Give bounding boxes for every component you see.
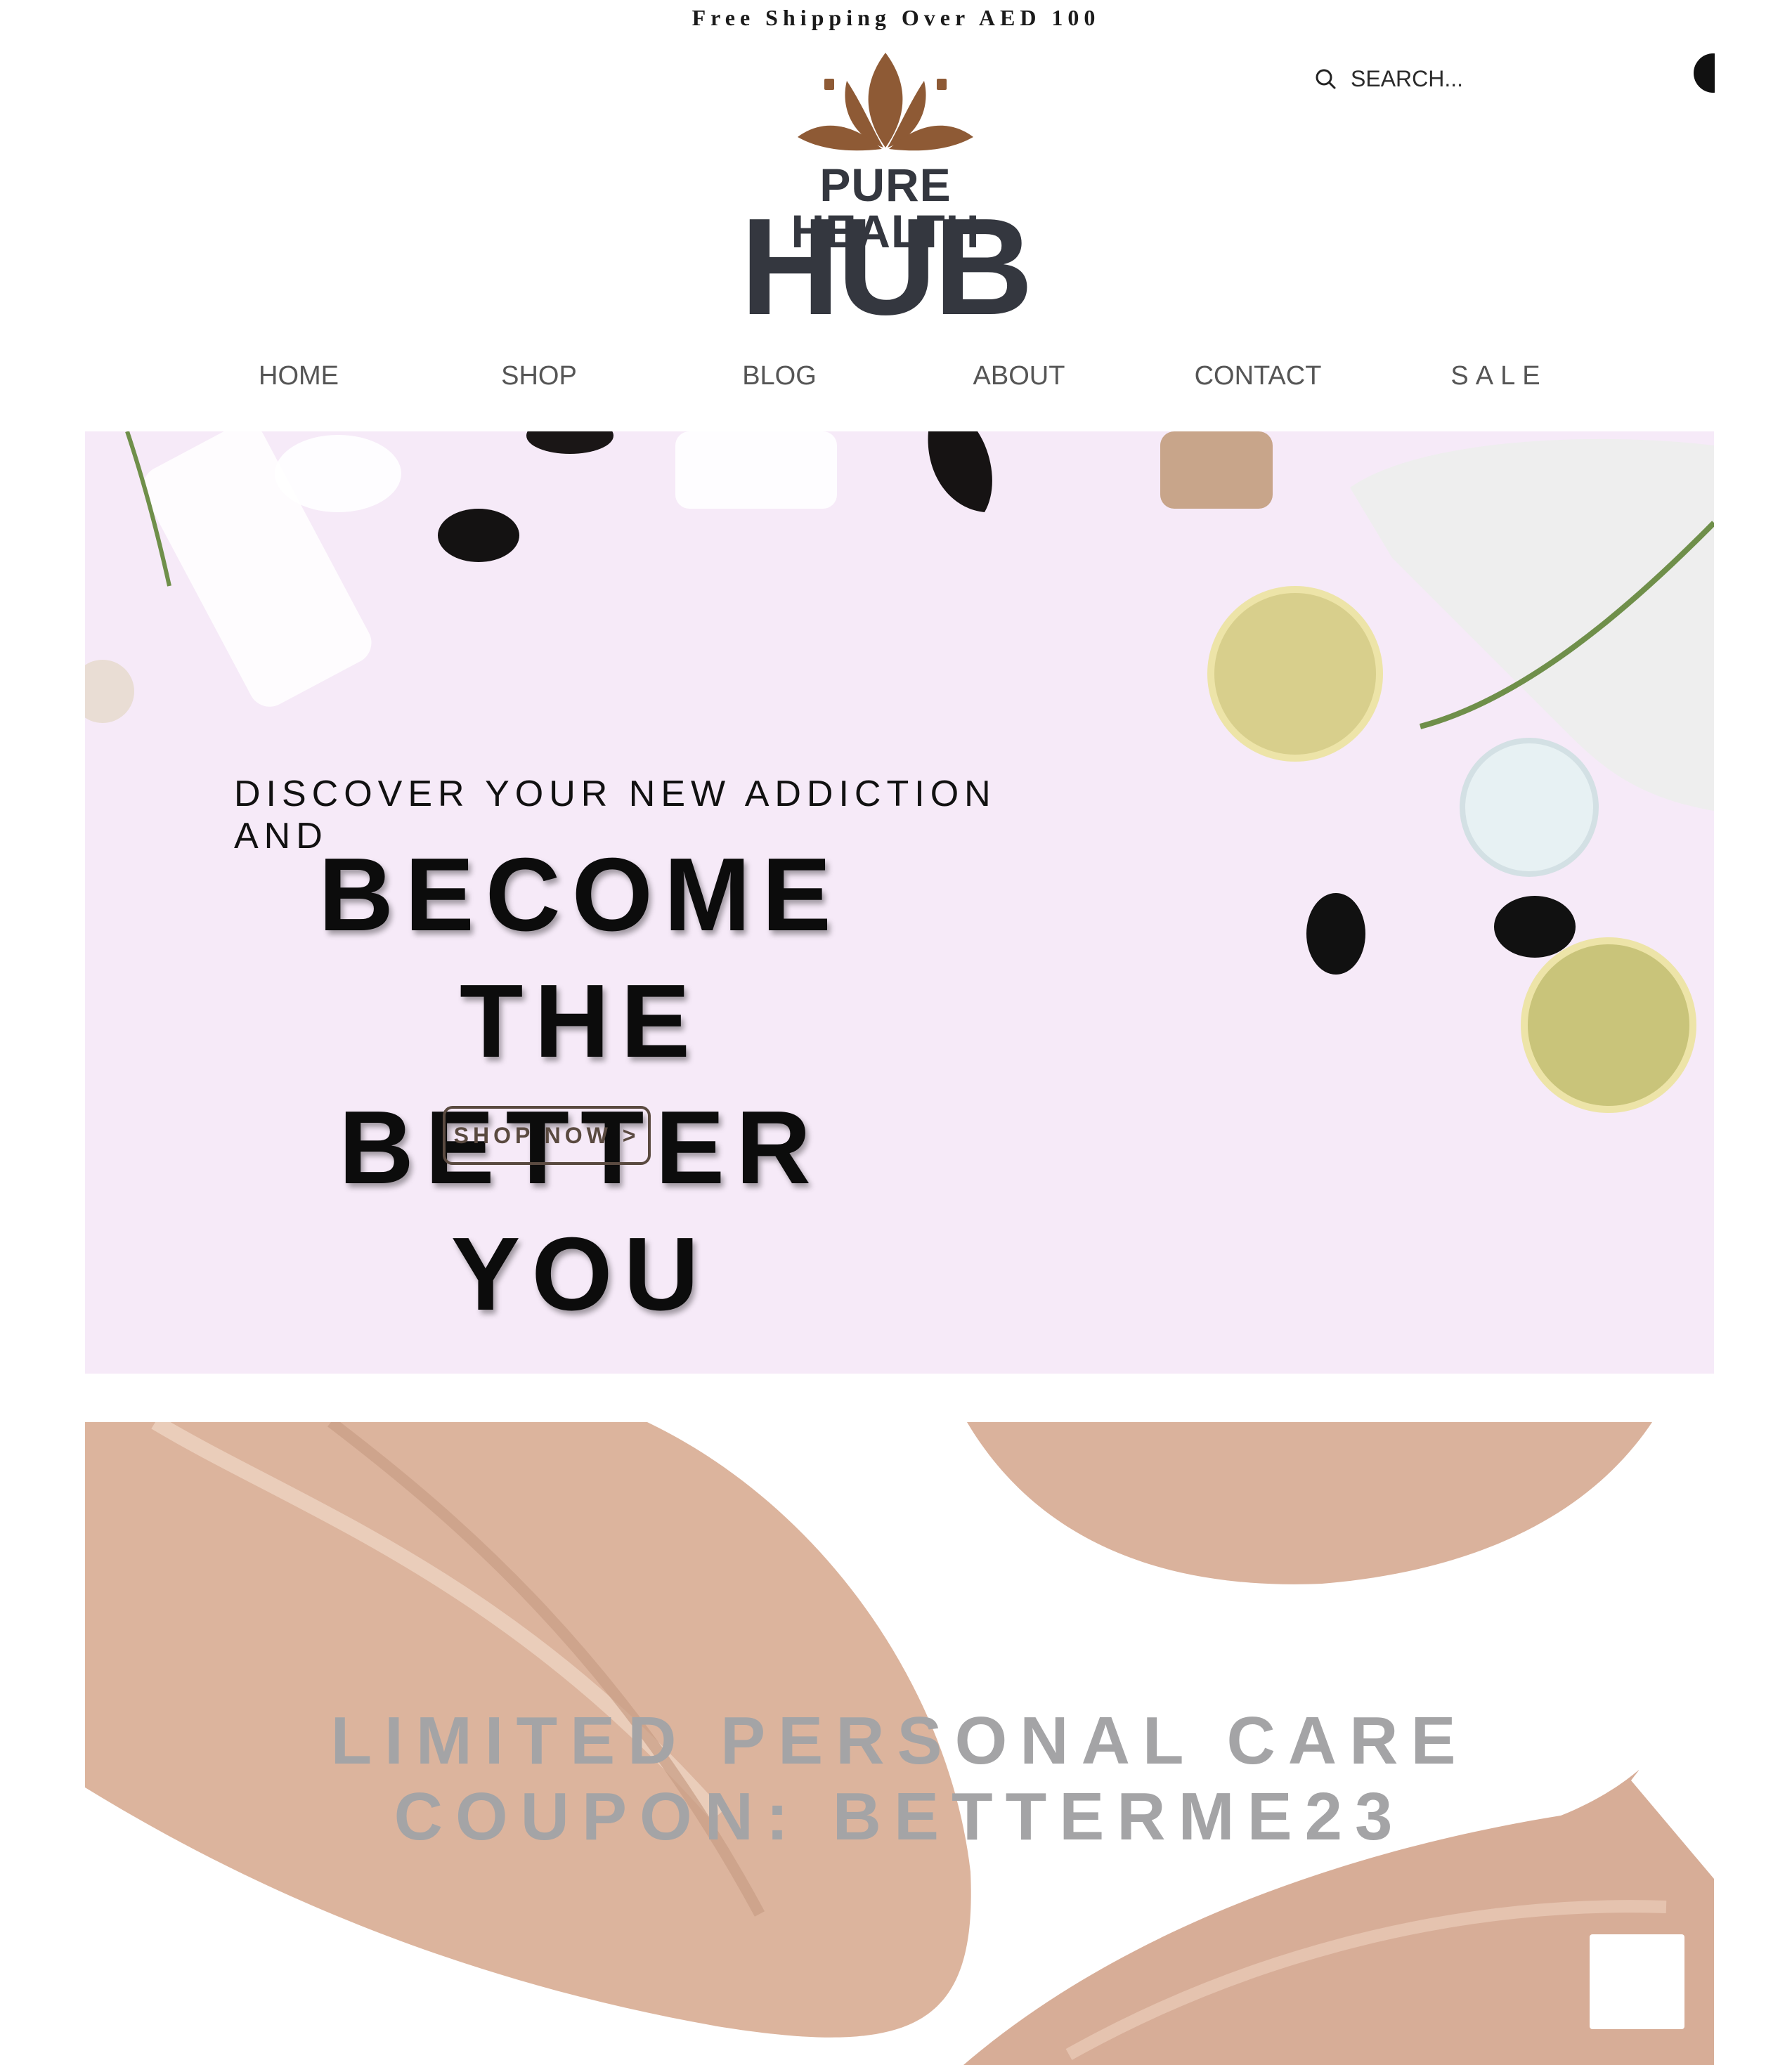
main-nav: HOME SHOP BLOG ABOUT CONTACT SALE xyxy=(0,351,1792,400)
search-bar[interactable]: SEARCH... xyxy=(1313,62,1524,96)
announcement-bar: Free Shipping Over AED 100 xyxy=(0,0,1792,35)
nav-item-shop[interactable]: SHOP xyxy=(434,351,644,400)
nav-item-home[interactable]: HOME xyxy=(193,351,404,400)
coupon-text: LIMITED PERSONAL CARE COUPON: BETTERME23 xyxy=(85,1703,1714,1855)
chat-widget-button[interactable] xyxy=(1590,1934,1684,2029)
hero-title-line1: BECOME THE xyxy=(318,837,843,1079)
coupon-line2: COUPON: BETTERME23 xyxy=(394,1779,1405,1854)
coupon-banner: LIMITED PERSONAL CARE COUPON: BETTERME23 xyxy=(85,1422,1714,2065)
announcement-text: Free Shipping Over AED 100 xyxy=(692,4,1100,30)
cart-icon[interactable] xyxy=(1694,53,1715,94)
brand-logo[interactable]: PURE HEALTH HUB xyxy=(724,49,1047,336)
brand-name-line2: HUB xyxy=(740,190,1034,344)
nav-item-contact[interactable]: CONTACT xyxy=(1153,351,1363,400)
search-placeholder: SEARCH... xyxy=(1351,65,1464,91)
nav-item-blog[interactable]: BLOG xyxy=(674,351,885,400)
lotus-icon xyxy=(798,53,973,151)
page: Free Shipping Over AED 100 PURE HEALTH H… xyxy=(0,0,1792,2065)
shop-now-button[interactable]: SHOP NOW > xyxy=(443,1106,651,1165)
nav-item-sale[interactable]: SALE xyxy=(1394,351,1604,400)
hero-title: BECOME THE BETTER YOU xyxy=(212,832,949,1338)
hero-banner: DISCOVER YOUR NEW ADDICTION AND BECOME T… xyxy=(85,431,1714,1374)
search-icon xyxy=(1316,69,1336,89)
nav-item-about[interactable]: ABOUT xyxy=(914,351,1124,400)
coupon-line1: LIMITED PERSONAL CARE xyxy=(330,1703,1469,1778)
